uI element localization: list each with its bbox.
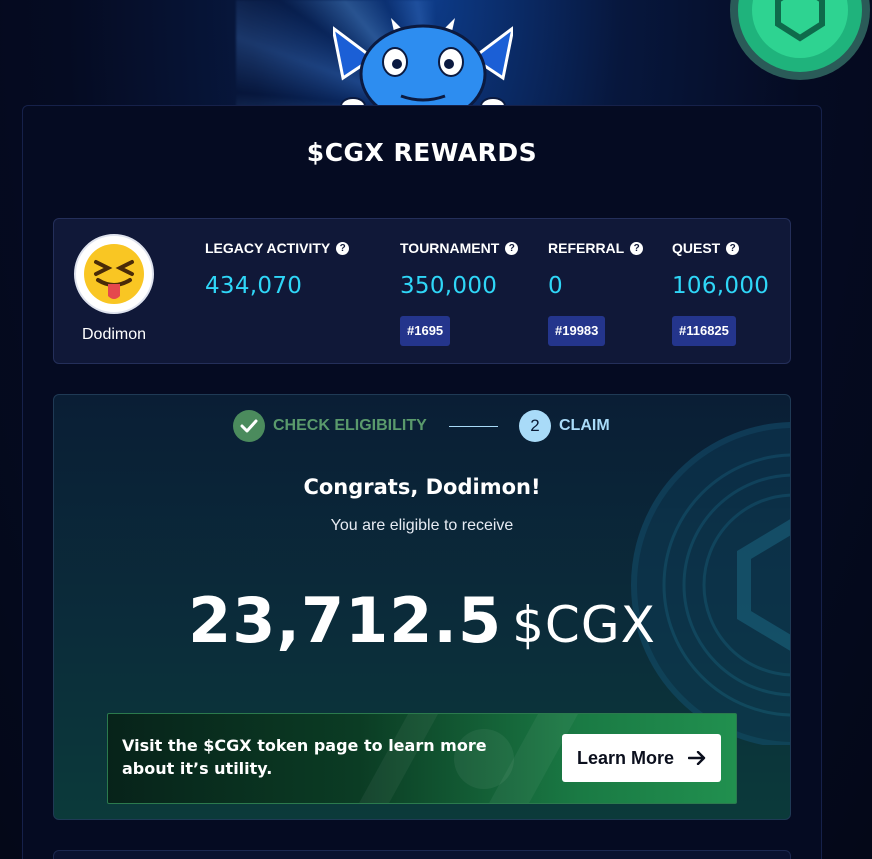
- help-icon[interactable]: ?: [505, 241, 519, 255]
- username: Dodimon: [81, 326, 147, 343]
- help-icon[interactable]: ?: [336, 241, 350, 255]
- cgx-coin-icon: [730, 0, 870, 80]
- stat-label-text: LEGACY ACTIVITY: [205, 240, 331, 256]
- stat-label-referral: REFERRAL ?: [548, 240, 644, 256]
- page-title: $CGX REWARDS: [306, 138, 538, 167]
- dragon-mascot-icon: [333, 18, 513, 114]
- amount-unit: $CGX: [512, 596, 656, 654]
- avatar: [74, 234, 154, 314]
- eligible-text: You are eligible to receive: [330, 517, 514, 534]
- stat-label-text: QUEST: [672, 240, 721, 256]
- step-connector: [449, 426, 498, 427]
- help-icon[interactable]: ?: [630, 241, 644, 255]
- rank-badge-quest: #116825: [672, 316, 736, 346]
- stat-label-legacy-activity: LEGACY ACTIVITY ?: [205, 240, 350, 256]
- stat-label-quest: QUEST ?: [672, 240, 740, 256]
- learn-more-button[interactable]: Learn More: [562, 734, 721, 782]
- rank-badge-referral: #19983: [548, 316, 606, 346]
- step-check-eligibility: CHECK ELIGIBILITY: [233, 410, 427, 442]
- step-number: 2: [519, 410, 551, 442]
- rank-badge-tournament: #1695: [400, 316, 451, 346]
- squinting-tongue-emoji-icon: [84, 244, 144, 304]
- step-claim: 2 CLAIM: [519, 410, 610, 442]
- stat-value-quest: 106,000: [672, 273, 770, 299]
- stat-value-tournament: 350,000: [400, 273, 498, 299]
- step-label: CLAIM: [559, 417, 610, 434]
- stat-value-legacy-activity: 434,070: [205, 273, 303, 299]
- help-icon[interactable]: ?: [726, 241, 740, 255]
- step-label: CHECK ELIGIBILITY: [273, 417, 427, 434]
- learn-more-label: Learn More: [576, 747, 675, 768]
- reward-amount: 23,712.5 $CGX: [53, 584, 791, 657]
- arrow-right-icon: [688, 751, 706, 765]
- cgx-coin-icon: [631, 422, 790, 745]
- congrats-heading: Congrats, Dodimon!: [303, 475, 541, 499]
- stat-label-text: REFERRAL: [548, 240, 625, 256]
- amount-value: 23,712.5: [188, 584, 503, 657]
- stat-label-text: TOURNAMENT: [400, 240, 500, 256]
- stat-value-referral: 0: [548, 273, 563, 299]
- promo-text: Visit the $CGX token page to learn more …: [122, 736, 487, 778]
- check-icon: [233, 410, 265, 442]
- stat-label-tournament: TOURNAMENT ?: [400, 240, 519, 256]
- next-section-card: [53, 850, 791, 859]
